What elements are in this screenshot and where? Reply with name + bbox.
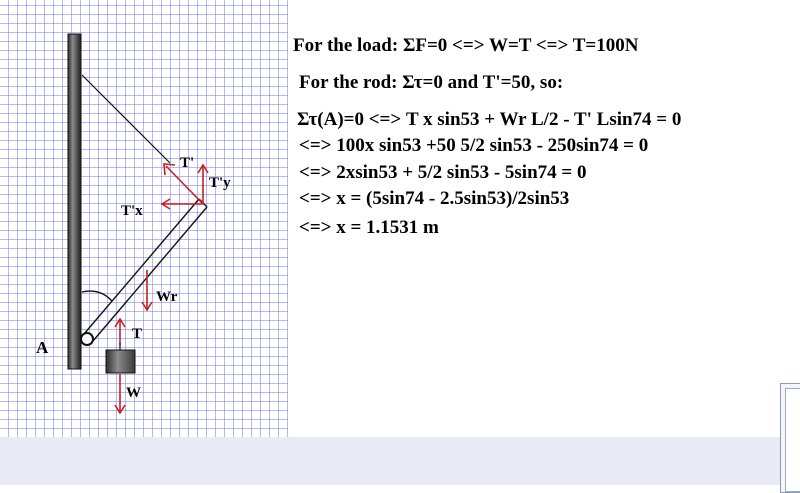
bottom-band [0,437,800,485]
equation-step-3: <=> x = (5sin74 - 2.5sin53)/2sin53 [299,188,570,209]
angle-arc [81,290,113,302]
label-a: A [36,338,49,357]
hinge-pin [80,332,94,346]
label-t: T [132,326,142,342]
window-frame-corner [780,383,800,493]
equation-step-4: <=> x = 1.1531 m [299,217,439,238]
rod-edge-upper [83,198,200,335]
torque-equation: Στ(A)=0 <=> T x sin53 + Wr L/2 - T' Lsin… [297,109,682,130]
support-rope [81,74,171,164]
rod-edge-lower [92,206,208,342]
label-wr: Wr [156,289,178,305]
label-t-prime: T' [180,155,194,171]
equation-step-1: <=> 100x sin53 +50 5/2 sin53 - 250sin74 … [299,135,649,156]
vertical-pole [67,33,82,370]
t-prime-arrow [165,165,204,205]
rod-diagram: T' T'y T'x Wr T W A [36,33,231,415]
label-t-prime-y: T'y [209,175,231,191]
label-w: W [126,385,141,401]
rod-equation: For the rod: Στ=0 and T'=50, so: [299,72,564,93]
hanging-load [105,349,136,374]
label-t-prime-x: T'x [121,203,143,219]
load-equation: For the load: ΣF=0 <=> W=T <=> T=100N [293,35,639,56]
equation-step-2: <=> 2xsin53 + 5/2 sin53 - 5sin74 = 0 [299,162,587,183]
